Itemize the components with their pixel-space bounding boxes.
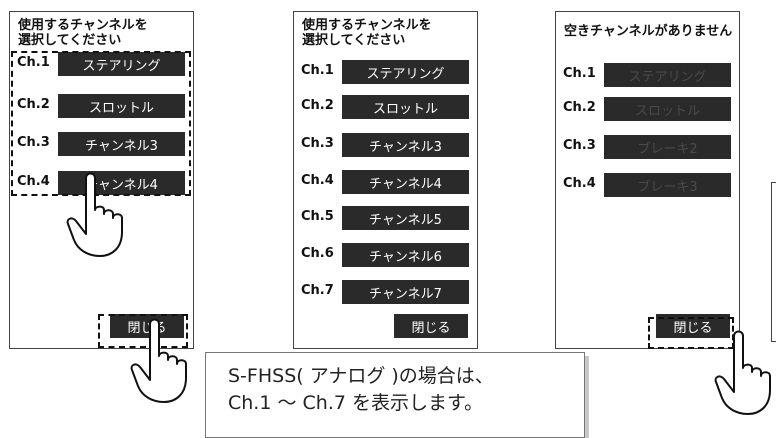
channel-button-1[interactable]: ステアリング — [342, 60, 469, 84]
channel-select-screen-3: 空きチャンネルがありません Ch.1 ステアリング Ch.2 スロットル Ch.… — [555, 11, 740, 349]
channel-label: Ch.2 — [301, 98, 334, 113]
channel-label: Ch.4 — [301, 173, 334, 188]
channel-button-4: ブレーキ3 — [604, 173, 731, 197]
channel-label: Ch.7 — [301, 283, 334, 298]
channel-button-5[interactable]: チャンネル5 — [342, 206, 469, 230]
channel-button-6[interactable]: チャンネル6 — [342, 243, 469, 267]
channel-label: Ch.1 — [301, 63, 334, 78]
channel-row-4: Ch.4 チャンネル4 — [294, 170, 477, 194]
channel-row-3: Ch.3 チャンネル3 — [294, 133, 477, 157]
channel-label: Ch.2 — [563, 100, 596, 115]
screen-title: 使用するチャンネルを 選択してください — [302, 18, 432, 48]
channel-row-7: Ch.7 チャンネル7 — [294, 280, 477, 304]
channel-label: Ch.5 — [301, 209, 334, 224]
channel-row-2: Ch.2 スロットル — [556, 97, 739, 121]
partial-screen — [771, 182, 776, 342]
channel-row-1: Ch.1 ステアリング — [294, 60, 477, 84]
pointing-hand-icon — [714, 330, 771, 415]
channel-button-3[interactable]: チャンネル3 — [342, 133, 469, 157]
channel-label: Ch.6 — [301, 246, 334, 261]
close-button[interactable]: 閉じる — [394, 314, 468, 338]
screen-title: 空きチャンネルがありません — [564, 24, 733, 39]
channel-row-4: Ch.4 ブレーキ3 — [556, 173, 739, 197]
channel-label: Ch.3 — [563, 138, 596, 153]
callout-note: S-FHSS( アナログ )の場合は、 Ch.1 ～ Ch.7 を表示します。 — [205, 352, 585, 438]
pointing-hand-icon — [66, 172, 123, 257]
channel-row-6: Ch.6 チャンネル6 — [294, 243, 477, 267]
callout-line-1: S-FHSS( アナログ )の場合は、 — [228, 365, 494, 387]
channel-button-7[interactable]: チャンネル7 — [342, 280, 469, 304]
channel-select-screen-2: 使用するチャンネルを 選択してください Ch.1 ステアリング Ch.2 スロッ… — [293, 11, 478, 349]
channel-button-1: ステアリング — [604, 63, 731, 87]
channel-label: Ch.4 — [563, 176, 596, 191]
channel-row-5: Ch.5 チャンネル5 — [294, 206, 477, 230]
pointing-hand-icon — [130, 318, 187, 403]
channel-button-2: スロットル — [604, 97, 731, 121]
channel-button-2[interactable]: スロットル — [342, 95, 469, 119]
channel-row-3: Ch.3 ブレーキ2 — [556, 135, 739, 159]
channel-label: Ch.3 — [301, 136, 334, 151]
channel-button-4[interactable]: チャンネル4 — [342, 170, 469, 194]
channel-button-3: ブレーキ2 — [604, 135, 731, 159]
channel-label: Ch.1 — [563, 66, 596, 81]
callout-line-2: Ch.1 ～ Ch.7 を表示します。 — [228, 392, 484, 414]
channel-row-1: Ch.1 ステアリング — [556, 63, 739, 87]
screen-title: 使用するチャンネルを 選択してください — [18, 18, 148, 48]
channel-row-2: Ch.2 スロットル — [294, 95, 477, 119]
